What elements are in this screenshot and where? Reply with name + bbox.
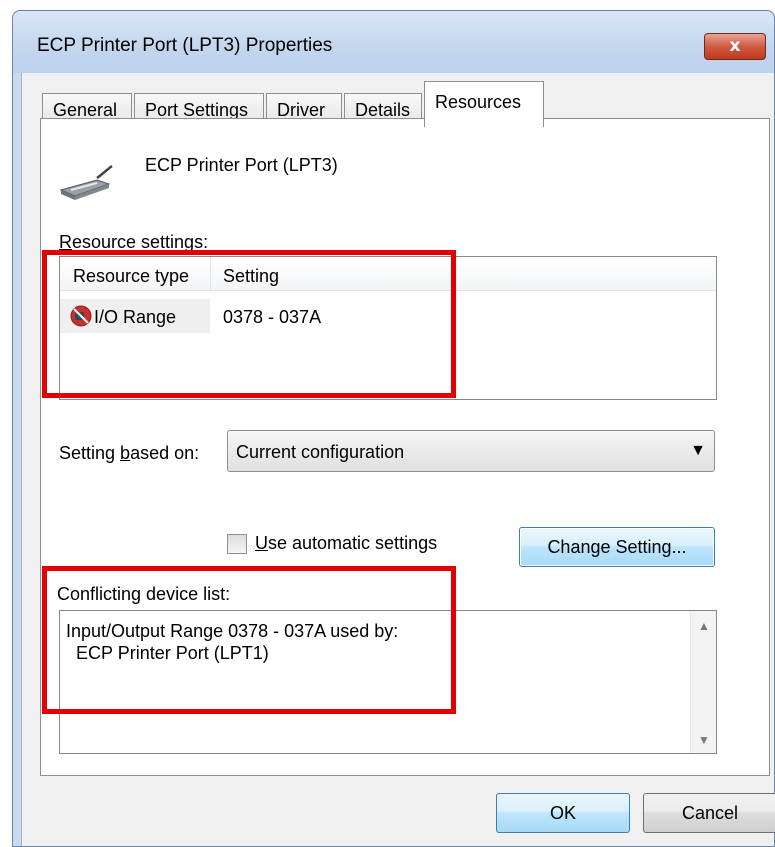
device-name: ECP Printer Port (LPT3) <box>145 155 338 175</box>
properties-dialog: ECP Printer Port (LPT3) Properties x Gen… <box>12 10 775 847</box>
chevron-down-icon: ▼ <box>690 442 706 459</box>
use-automatic-settings-label[interactable]: Use automatic settings <box>255 533 437 554</box>
highlight-box-resource-settings <box>42 250 456 398</box>
close-button[interactable]: x <box>704 33 766 60</box>
scroll-down-icon[interactable]: ▼ <box>698 733 710 747</box>
close-icon: x <box>729 36 741 56</box>
vertical-scrollbar[interactable]: ▲ ▼ <box>690 611 716 753</box>
dropdown-value: Current configuration <box>236 442 405 462</box>
change-setting-button[interactable]: Change Setting... <box>519 527 715 567</box>
window-title: ECP Printer Port (LPT3) Properties <box>37 35 333 56</box>
setting-based-on-label: Setting based on: <box>59 443 200 463</box>
use-automatic-settings-checkbox[interactable] <box>227 534 247 554</box>
tab-resources[interactable]: Resources <box>424 81 544 127</box>
cancel-button[interactable]: Cancel <box>643 793 775 833</box>
title-bar: ECP Printer Port (LPT3) Properties x <box>13 11 774 73</box>
ok-button[interactable]: OK <box>496 793 630 833</box>
dialog-client-area: General Port Settings Driver Details Res… <box>21 73 775 846</box>
printer-port-icon <box>59 164 113 200</box>
setting-based-on-dropdown[interactable]: Current configuration ▼ <box>227 430 715 472</box>
scroll-up-icon[interactable]: ▲ <box>698 619 710 633</box>
highlight-box-conflicting-devices <box>42 566 456 714</box>
